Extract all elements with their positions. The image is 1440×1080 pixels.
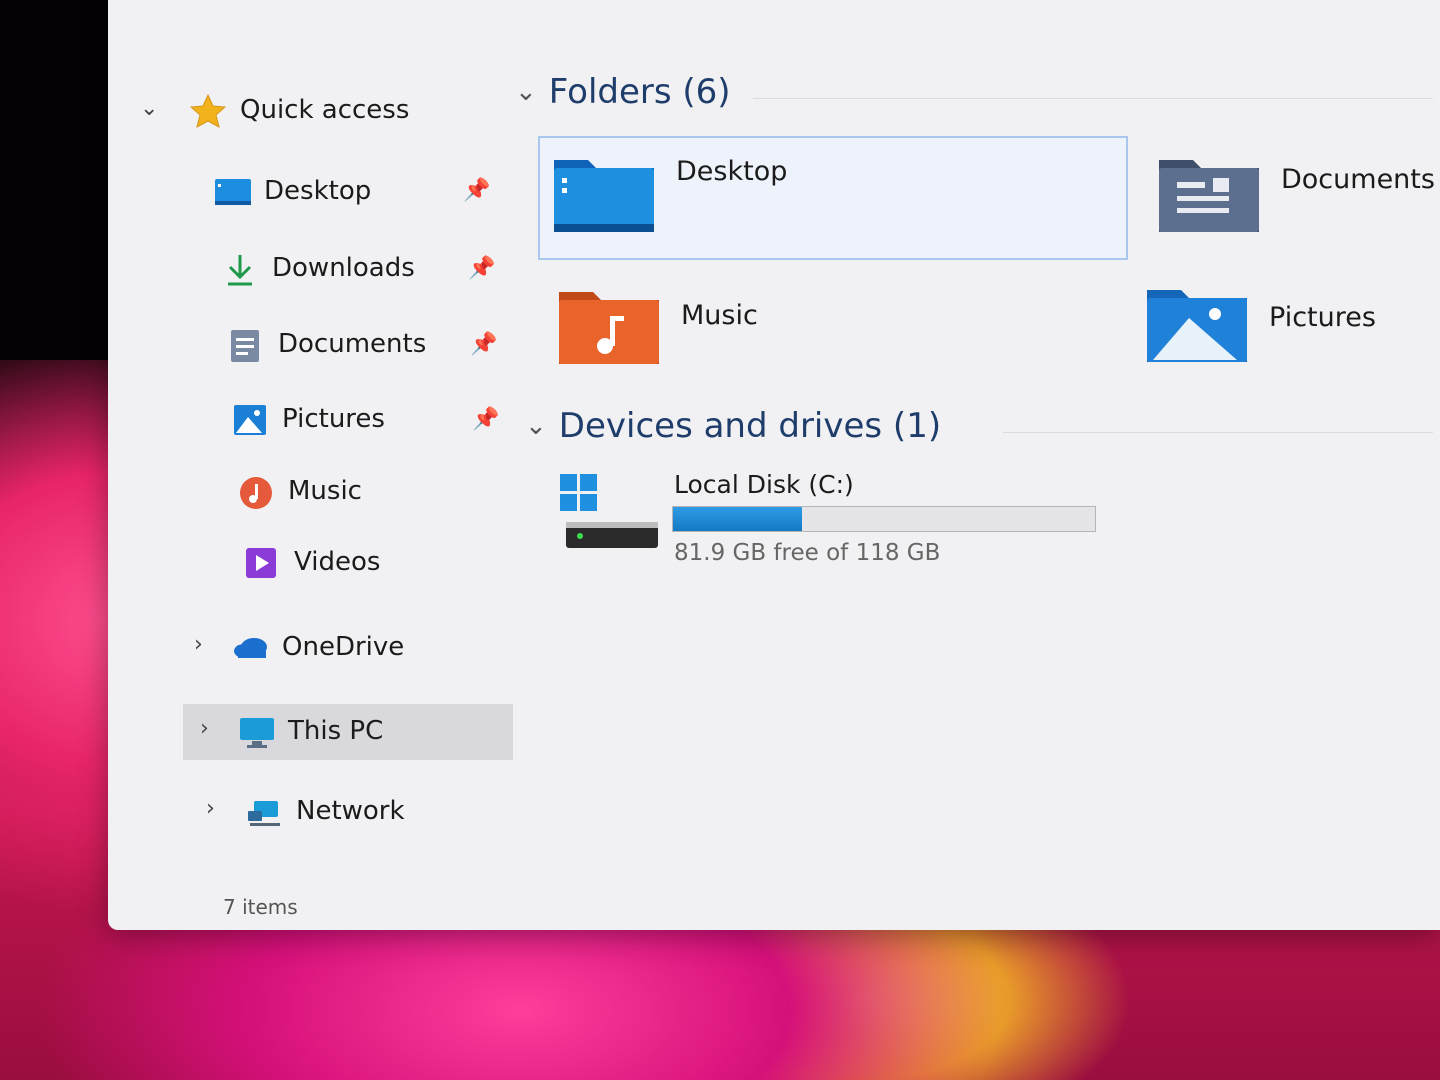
group-divider bbox=[1003, 432, 1433, 433]
nav-item-label: Pictures bbox=[282, 404, 385, 434]
desktop-folder-icon bbox=[552, 152, 656, 240]
nav-quick-access[interactable]: Quick access bbox=[189, 84, 410, 136]
nav-item-label: Documents bbox=[278, 329, 427, 359]
star-icon bbox=[189, 93, 227, 128]
drive-tile-local-disk[interactable]: Local Disk (C:) 81.9 GB free of 118 GB bbox=[558, 466, 1158, 576]
content-pane: ⌄ Folders (6) Desktop Documents Music Pi… bbox=[513, 0, 1440, 930]
nav-quick-access-label: Quick access bbox=[240, 95, 410, 125]
pin-icon[interactable]: 📌 bbox=[463, 178, 490, 203]
nav-item-label: Videos bbox=[294, 547, 381, 577]
group-divider bbox=[753, 98, 1433, 99]
folder-tile-label: Documents bbox=[1281, 164, 1435, 195]
drive-label: Local Disk (C:) bbox=[674, 470, 854, 499]
folder-tile-label: Desktop bbox=[676, 156, 788, 187]
music-folder-icon bbox=[557, 286, 661, 374]
pictures-icon bbox=[232, 403, 268, 435]
group-header-folders-label: Folders (6) bbox=[548, 72, 731, 112]
download-icon bbox=[222, 252, 258, 286]
navigation-pane: ⌄ Quick access Desktop 📌 Downloads 📌 Doc… bbox=[108, 0, 513, 919]
videos-icon bbox=[244, 546, 280, 578]
chevron-right-icon[interactable]: › bbox=[200, 716, 209, 741]
chevron-right-icon[interactable]: › bbox=[206, 796, 215, 821]
hard-drive-icon bbox=[558, 472, 662, 560]
pin-icon[interactable]: 📌 bbox=[470, 332, 497, 357]
folder-tile-documents[interactable]: Documents bbox=[1149, 146, 1440, 256]
nav-item-label: Network bbox=[296, 796, 405, 826]
group-header-folders[interactable]: ⌄ Folders (6) bbox=[515, 72, 731, 112]
folder-tile-label: Pictures bbox=[1269, 302, 1376, 333]
nav-item-label: This PC bbox=[288, 716, 384, 746]
group-header-devices-label: Devices and drives (1) bbox=[558, 406, 942, 446]
music-icon bbox=[238, 475, 274, 509]
nav-item-videos[interactable]: Videos bbox=[244, 536, 380, 588]
nav-item-onedrive[interactable]: OneDrive bbox=[232, 621, 404, 673]
chevron-right-icon[interactable]: › bbox=[194, 632, 203, 657]
network-icon bbox=[246, 795, 282, 827]
chevron-down-icon[interactable]: ⌄ bbox=[525, 411, 547, 441]
folder-tile-desktop[interactable]: Desktop bbox=[538, 136, 1128, 260]
drive-usage-bar bbox=[672, 506, 1096, 532]
folder-tile-music[interactable]: Music bbox=[553, 282, 1113, 382]
nav-item-label: Music bbox=[288, 476, 362, 506]
pictures-folder-icon bbox=[1145, 284, 1249, 372]
drive-free-space: 81.9 GB free of 118 GB bbox=[674, 540, 941, 566]
cloud-icon bbox=[232, 631, 268, 663]
status-bar-item-count: 7 items bbox=[223, 895, 298, 919]
nav-item-documents[interactable]: Documents bbox=[228, 318, 426, 370]
chevron-down-icon[interactable]: ⌄ bbox=[515, 77, 537, 107]
monitor-icon bbox=[238, 715, 274, 748]
documents-folder-icon bbox=[1157, 152, 1261, 240]
chevron-down-icon[interactable]: ⌄ bbox=[140, 96, 158, 121]
nav-item-network[interactable]: Network bbox=[246, 785, 405, 837]
nav-item-desktop[interactable]: Desktop bbox=[214, 165, 371, 217]
drive-usage-fill bbox=[673, 507, 803, 531]
group-header-devices[interactable]: ⌄ Devices and drives (1) bbox=[525, 406, 941, 446]
documents-icon bbox=[228, 328, 264, 362]
nav-item-music[interactable]: Music bbox=[238, 465, 362, 517]
nav-item-label: OneDrive bbox=[282, 632, 405, 662]
folder-tile-label: Music bbox=[681, 300, 758, 331]
file-explorer-window: ⌄ Quick access Desktop 📌 Downloads 📌 Doc… bbox=[108, 0, 1440, 930]
nav-item-this-pc[interactable]: This PC bbox=[238, 705, 383, 757]
desktop-folder-icon bbox=[214, 175, 251, 207]
folder-tile-pictures[interactable]: Pictures bbox=[1141, 284, 1440, 384]
nav-item-downloads[interactable]: Downloads bbox=[222, 242, 415, 294]
pin-icon[interactable]: 📌 bbox=[472, 407, 499, 432]
nav-item-label: Desktop bbox=[264, 176, 372, 206]
nav-item-pictures[interactable]: Pictures bbox=[232, 393, 385, 445]
pin-icon[interactable]: 📌 bbox=[468, 256, 495, 281]
nav-item-label: Downloads bbox=[272, 253, 415, 283]
